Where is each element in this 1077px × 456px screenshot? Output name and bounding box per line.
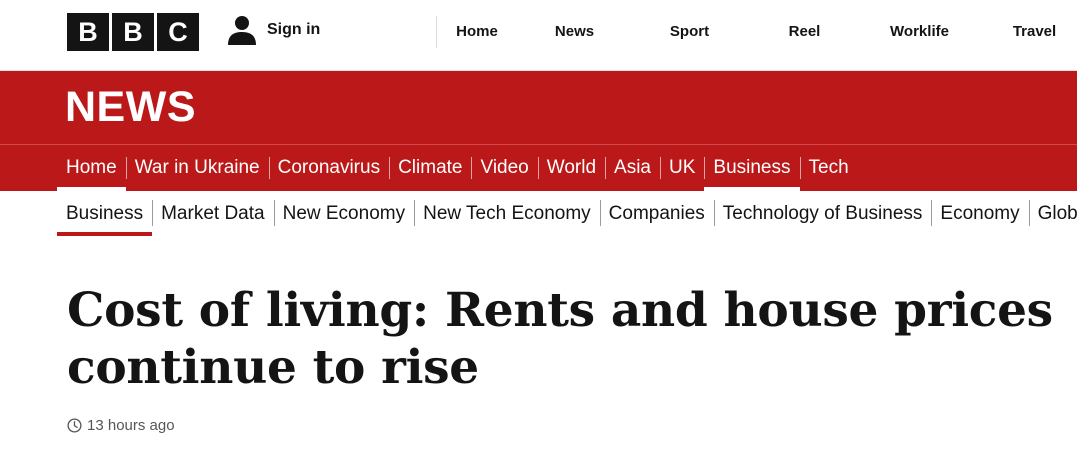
secondary-nav-economy[interactable]: Economy [931, 191, 1028, 236]
news-logo[interactable]: NEWS [65, 83, 196, 132]
logo-letter-c: C [157, 13, 199, 51]
top-nav-travel[interactable]: Travel [977, 16, 1077, 48]
top-nav: Home News Sport Reel Worklife Travel [436, 16, 1077, 48]
article-headline: Cost of living: Rents and house prices c… [67, 283, 1053, 395]
person-icon [228, 16, 256, 45]
primary-nav-video[interactable]: Video [471, 145, 537, 191]
primary-nav-business[interactable]: Business [704, 145, 800, 191]
primary-nav-war-in-ukraine[interactable]: War in Ukraine [125, 145, 269, 191]
secondary-nav-companies[interactable]: Companies [599, 191, 714, 236]
primary-nav-world[interactable]: World [537, 145, 605, 191]
top-nav-reel[interactable]: Reel [747, 16, 862, 48]
secondary-nav-technology-of-business[interactable]: Technology of Business [713, 191, 932, 236]
top-nav-worklife[interactable]: Worklife [862, 16, 977, 48]
primary-nav-home[interactable]: Home [57, 145, 126, 191]
sign-in-link[interactable]: Sign in [226, 14, 320, 46]
secondary-nav-new-economy[interactable]: New Economy [273, 191, 415, 236]
logo-letter-b2: B [112, 13, 154, 51]
secondary-nav-market-data[interactable]: Market Data [152, 191, 273, 236]
article-timestamp: 13 hours ago [67, 417, 175, 434]
global-header: B B C Sign in Home News Sport Reel Workl… [0, 0, 1077, 71]
primary-nav: Home War in Ukraine Coronavirus Climate … [0, 144, 1077, 191]
secondary-nav-business[interactable]: Business [57, 191, 153, 236]
bbc-logo[interactable]: B B C [67, 13, 199, 51]
top-nav-sport[interactable]: Sport [632, 16, 747, 48]
top-nav-news[interactable]: News [517, 16, 632, 48]
logo-letter-b1: B [67, 13, 109, 51]
primary-nav-coronavirus[interactable]: Coronavirus [268, 145, 389, 191]
sign-in-label: Sign in [267, 21, 321, 38]
top-nav-home[interactable]: Home [437, 16, 517, 48]
primary-nav-tech[interactable]: Tech [799, 145, 858, 191]
secondary-nav-new-tech-economy[interactable]: New Tech Economy [414, 191, 600, 236]
timestamp-text: 13 hours ago [87, 417, 175, 434]
primary-nav-climate[interactable]: Climate [389, 145, 471, 191]
news-masthead: NEWS [0, 71, 1077, 144]
clock-icon [67, 418, 82, 433]
primary-nav-uk[interactable]: UK [660, 145, 704, 191]
primary-nav-asia[interactable]: Asia [605, 145, 660, 191]
secondary-nav-global-car-industry[interactable]: Global Car Industry [1028, 191, 1077, 236]
secondary-nav: Business Market Data New Economy New Tec… [0, 191, 1077, 236]
